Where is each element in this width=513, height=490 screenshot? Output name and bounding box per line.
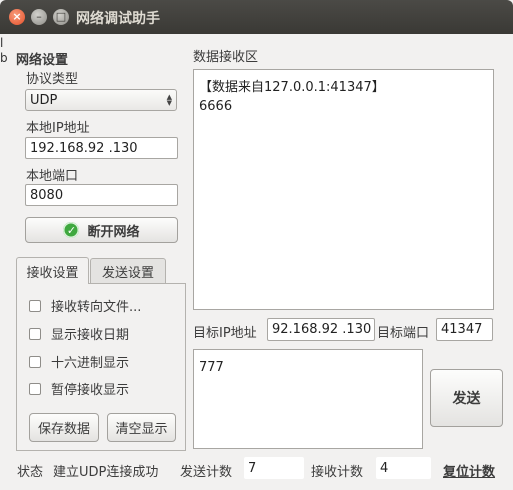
select-arrows-icon: ▲ ▼	[166, 93, 172, 107]
receive-area-heading: 数据接收区	[193, 50, 259, 65]
check-circle-icon: ✓	[63, 222, 80, 238]
close-icon[interactable]: ×	[9, 9, 25, 25]
save-data-button[interactable]: 保存数据	[29, 413, 99, 442]
option-label: 接收转向文件...	[51, 300, 142, 315]
option-show-receive-date[interactable]: 显示接收日期	[29, 324, 129, 343]
receive-settings-panel: 接收转向文件... 显示接收日期 十六进制显示 暂停接收显示 保存数据 清空显示	[16, 283, 186, 451]
checkbox[interactable]	[29, 355, 41, 368]
option-label: 暂停接收显示	[51, 383, 130, 398]
sent-count-field: 7	[244, 457, 304, 479]
received-line-source: 【数据来自127.0.0.1:41347】	[199, 80, 385, 95]
option-label: 十六进制显示	[51, 356, 130, 371]
checkbox[interactable]	[29, 327, 41, 340]
tab-receive-label: 接收设置	[26, 265, 79, 281]
tab-receive-settings[interactable]: 接收设置	[16, 257, 89, 284]
status-label: 状态	[17, 465, 44, 480]
window-title: 网络调试助手	[76, 11, 160, 27]
reset-count-button[interactable]: 复位计数	[443, 461, 495, 480]
disconnect-button-label: 断开网络	[87, 224, 140, 240]
sent-count-label: 发送计数	[180, 465, 233, 480]
minimize-icon[interactable]: –	[31, 9, 47, 25]
save-data-label: 保存数据	[37, 422, 90, 437]
tab-send-label: 发送设置	[101, 265, 154, 281]
protocol-select[interactable]: UDP ▲ ▼	[25, 89, 177, 111]
target-ip-label: 目标IP地址	[193, 326, 257, 341]
maximize-icon[interactable]: □	[53, 9, 69, 25]
edge-glyph: b	[0, 51, 8, 65]
network-settings-heading: 网络设置	[16, 53, 69, 68]
option-hex-display[interactable]: 十六进制显示	[29, 352, 129, 371]
checkbox[interactable]	[29, 299, 41, 312]
title-bar: × – □ 网络调试助手	[0, 0, 513, 34]
local-port-label: 本地端口	[26, 169, 79, 184]
tab-send-settings[interactable]: 发送设置	[90, 258, 166, 284]
send-textarea[interactable]: 777	[193, 349, 423, 449]
recv-count-field: 4	[376, 457, 431, 479]
checkbox[interactable]	[29, 382, 41, 395]
status-text: 建立UDP连接成功	[53, 465, 159, 480]
received-line-data: 6666	[199, 99, 233, 114]
send-button-label: 发送	[452, 391, 481, 407]
recv-count-label: 接收计数	[311, 465, 364, 480]
edge-glyph: l	[0, 36, 4, 50]
option-label: 显示接收日期	[51, 328, 130, 343]
send-button[interactable]: 发送	[430, 369, 503, 427]
option-receive-to-file[interactable]: 接收转向文件...	[29, 296, 141, 315]
local-ip-field[interactable]: 192.168.92 .130	[25, 137, 178, 159]
clear-display-button[interactable]: 清空显示	[107, 413, 176, 442]
target-port-label: 目标端口	[377, 326, 430, 341]
protocol-value: UDP	[30, 92, 58, 108]
local-port-field[interactable]: 8080	[25, 184, 178, 206]
receive-textarea[interactable]: 【数据来自127.0.0.1:41347】 6666	[193, 69, 494, 310]
clear-display-label: 清空显示	[115, 422, 168, 437]
option-pause-display[interactable]: 暂停接收显示	[29, 379, 129, 398]
protocol-label: 协议类型	[26, 72, 79, 87]
target-port-field[interactable]: 41347	[436, 318, 493, 341]
local-ip-label: 本地IP地址	[26, 121, 90, 136]
disconnect-button[interactable]: ✓ 断开网络	[25, 217, 178, 243]
target-ip-field[interactable]: 92.168.92 .130	[267, 318, 375, 341]
